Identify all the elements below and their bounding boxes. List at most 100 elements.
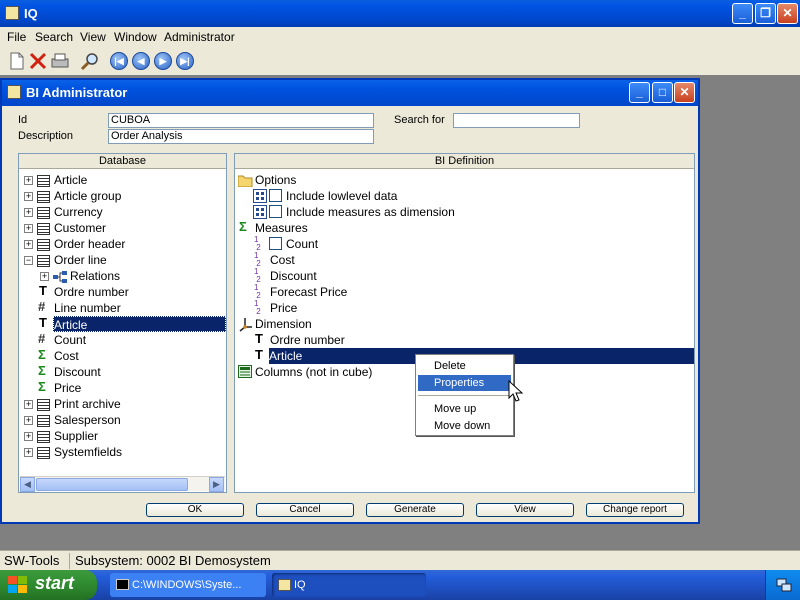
search-icon[interactable] (80, 51, 100, 71)
tree-item-options[interactable]: Options (255, 172, 296, 188)
print-icon[interactable] (50, 51, 70, 71)
context-menu: Delete Properties Move up Move down (415, 354, 514, 436)
close-button[interactable]: ✕ (777, 3, 798, 24)
tree-item-discount[interactable]: Discount (54, 364, 101, 380)
tree-item-include-measures[interactable]: Include measures as dimension (286, 204, 455, 220)
expand-toggle[interactable]: + (24, 400, 33, 409)
last-record-icon[interactable]: ▶| (176, 52, 194, 70)
scroll-right-icon[interactable]: ▶ (209, 477, 224, 492)
menu-file[interactable]: File (7, 30, 26, 44)
tree-item-measure-cost[interactable]: Cost (270, 252, 295, 268)
new-document-icon[interactable] (7, 51, 27, 71)
tree-item-salesperson[interactable]: Salesperson (54, 412, 121, 428)
tree-item-measure-price[interactable]: Price (270, 300, 297, 316)
tree-item-order-header[interactable]: Order header (54, 236, 125, 252)
frame-close-button[interactable]: ✕ (674, 82, 695, 103)
tree-item-customer[interactable]: Customer (54, 220, 106, 236)
tree-item-article[interactable]: Article (54, 172, 87, 188)
tree-item-systemfields[interactable]: Systemfields (54, 444, 122, 460)
menu-window[interactable]: Window (114, 30, 157, 44)
search-for-input[interactable] (453, 113, 580, 128)
menu-item-delete[interactable]: Delete (418, 358, 511, 374)
next-record-icon[interactable]: ▶ (154, 52, 172, 70)
tree-item-supplier[interactable]: Supplier (54, 428, 98, 444)
bi-administrator-window: BI Administrator _ □ ✕ Id CUBOA Descript… (0, 78, 700, 524)
previous-record-icon[interactable]: ◀ (132, 52, 150, 70)
option-icon (253, 189, 267, 203)
change-report-button[interactable]: Change report (586, 503, 684, 517)
iq-app-icon (278, 579, 291, 591)
include-lowlevel-checkbox[interactable] (269, 189, 282, 202)
tree-item-dimension[interactable]: Dimension (255, 316, 312, 332)
tree-item-include-lowlevel[interactable]: Include lowlevel data (286, 188, 397, 204)
tree-item-order-line[interactable]: Order line (54, 252, 107, 268)
first-record-icon[interactable]: |◀ (110, 52, 128, 70)
expand-toggle[interactable]: + (24, 224, 33, 233)
expand-toggle[interactable]: + (24, 208, 33, 217)
main-title-bar: IQ _ ❐ ✕ (0, 0, 800, 27)
menu-item-properties[interactable]: Properties (418, 375, 511, 391)
taskbar-item-cmd[interactable]: C:\WINDOWS\Syste... (110, 573, 266, 597)
scroll-left-icon[interactable]: ◀ (20, 477, 35, 492)
view-button[interactable]: View (476, 503, 574, 517)
tree-item-dimension-ordre-number[interactable]: Ordre number (270, 332, 345, 348)
toolbar: |◀ ◀ ▶ ▶| (0, 47, 800, 75)
tree-item-measures[interactable]: Measures (255, 220, 308, 236)
text-field-icon: T (39, 315, 47, 330)
expand-toggle[interactable]: + (24, 176, 33, 185)
tree-item-measure-discount[interactable]: Discount (270, 268, 317, 284)
tree-item-article-group[interactable]: Article group (54, 188, 121, 204)
frame-minimize-button[interactable]: _ (629, 82, 650, 103)
menu-view[interactable]: View (80, 30, 106, 44)
mouse-cursor-icon (508, 380, 524, 402)
menu-item-move-up[interactable]: Move up (418, 401, 511, 417)
delete-icon[interactable] (28, 51, 48, 71)
status-subsystem: Subsystem: 0002 BI Demosystem (75, 553, 271, 568)
tree-item-columns[interactable]: Columns (not in cube) (255, 364, 372, 380)
table-icon (37, 175, 50, 187)
include-measures-checkbox[interactable] (269, 205, 282, 218)
expand-toggle[interactable]: + (24, 192, 33, 201)
bi-definition-panel: BI Definition Options Include lowlevel d… (234, 153, 695, 493)
tree-item-measure-count[interactable]: Count (286, 236, 318, 252)
menu-administrator[interactable]: Administrator (164, 30, 235, 44)
expand-toggle[interactable]: + (24, 240, 33, 249)
tree-item-price[interactable]: Price (54, 380, 81, 396)
ok-button[interactable]: OK (146, 503, 244, 517)
menu-search[interactable]: Search (35, 30, 73, 44)
tree-item-currency[interactable]: Currency (54, 204, 103, 220)
text-field-icon: T (255, 331, 263, 346)
expand-toggle[interactable]: + (24, 448, 33, 457)
network-icon[interactable] (776, 577, 792, 593)
restore-button[interactable]: ❐ (755, 3, 776, 24)
scroll-thumb[interactable] (36, 478, 188, 491)
taskbar-item-iq[interactable]: IQ (272, 573, 426, 597)
expand-toggle[interactable]: + (24, 416, 33, 425)
table-icon (37, 431, 50, 443)
tree-item-print-archive[interactable]: Print archive (54, 396, 121, 412)
generate-button[interactable]: Generate (366, 503, 464, 517)
start-button[interactable]: start (0, 570, 97, 600)
measure-icon: 1 2 (254, 267, 261, 284)
expand-toggle[interactable]: + (40, 272, 49, 281)
text-field-icon: T (39, 283, 47, 298)
tree-item-measure-forecast-price[interactable]: Forecast Price (270, 284, 347, 300)
horizontal-scrollbar[interactable]: ◀ ▶ (20, 476, 225, 492)
cancel-button[interactable]: Cancel (256, 503, 354, 517)
frame-maximize-button[interactable]: □ (652, 82, 673, 103)
description-field[interactable]: Order Analysis (108, 129, 374, 144)
tree-item-cost[interactable]: Cost (54, 348, 79, 364)
tree-item-ordre-number[interactable]: Ordre number (54, 284, 129, 300)
start-label: start (35, 573, 75, 593)
tree-item-line-number[interactable]: Line number (54, 300, 121, 316)
expand-toggle[interactable]: + (24, 432, 33, 441)
menu-item-move-down[interactable]: Move down (418, 418, 511, 434)
tree-item-relations[interactable]: Relations (70, 268, 120, 284)
minimize-button[interactable]: _ (732, 3, 753, 24)
collapse-toggle[interactable]: − (24, 256, 33, 265)
id-label: Id (18, 114, 28, 126)
id-field[interactable]: CUBOA (108, 113, 374, 128)
count-checkbox[interactable] (269, 237, 282, 250)
tree-item-article-selected[interactable]: Article (53, 316, 226, 332)
tree-item-count[interactable]: Count (54, 332, 86, 348)
